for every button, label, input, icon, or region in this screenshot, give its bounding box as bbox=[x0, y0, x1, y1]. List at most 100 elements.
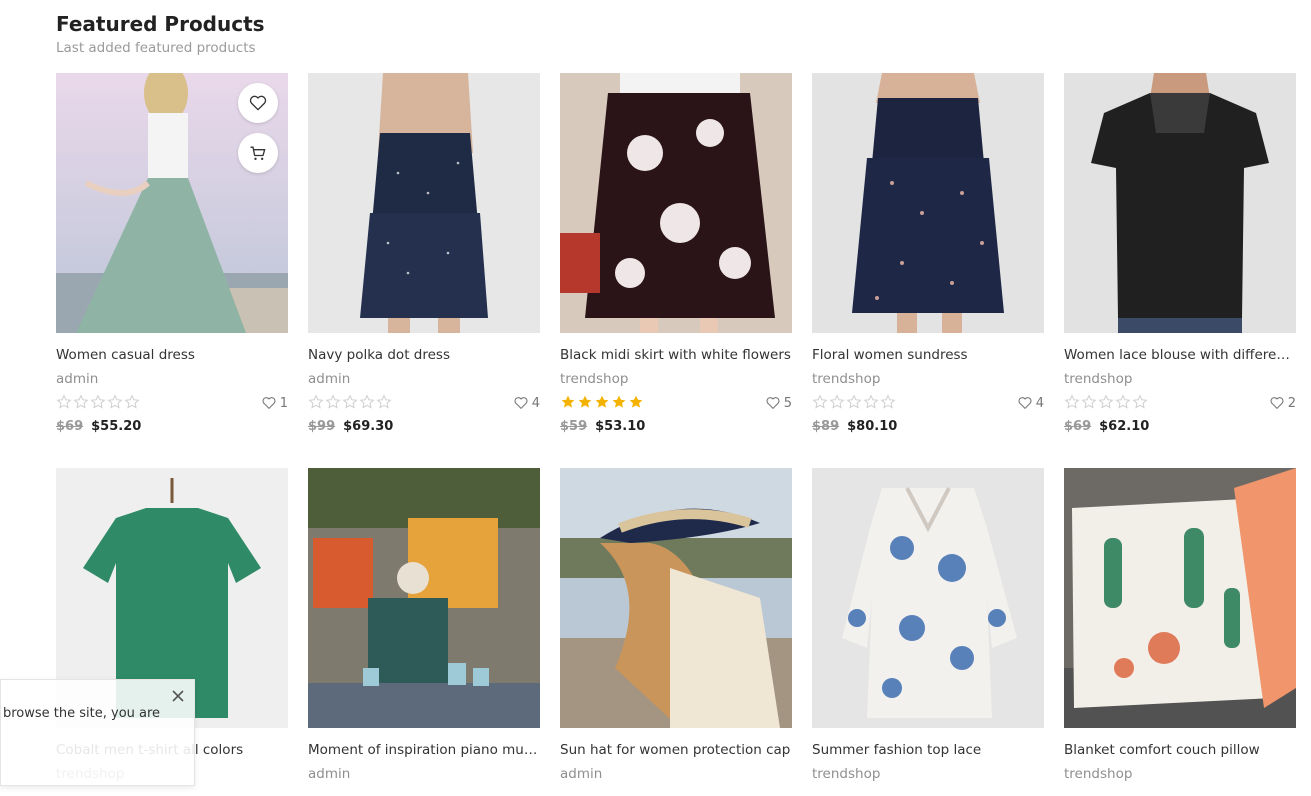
product-card[interactable]: Women lace blouse with different pattern… bbox=[1064, 73, 1296, 434]
heart-icon bbox=[766, 397, 780, 409]
product-vendor[interactable]: trendshop bbox=[1064, 370, 1132, 388]
product-card[interactable]: Blanket comfort couch pillow trendshop bbox=[1064, 468, 1296, 782]
wishlist-count[interactable]: 5 bbox=[765, 394, 792, 412]
wishlist-count[interactable]: 2 bbox=[1269, 394, 1296, 412]
wishlist-count-value: 1 bbox=[279, 395, 288, 411]
product-name[interactable]: Navy polka dot dress bbox=[308, 346, 548, 364]
product-name[interactable]: Women lace blouse with different pattern… bbox=[1064, 346, 1296, 364]
close-icon[interactable] bbox=[170, 688, 186, 704]
section-header: Featured Products Last added featured pr… bbox=[56, 10, 265, 57]
product-vendor[interactable]: admin bbox=[56, 370, 98, 388]
product-image[interactable] bbox=[1064, 468, 1296, 728]
star-icon bbox=[1081, 394, 1097, 409]
heart-icon bbox=[262, 397, 276, 409]
cart-icon bbox=[250, 146, 266, 160]
product-rating bbox=[308, 394, 392, 412]
old-price: $89 bbox=[812, 419, 840, 434]
star-icon bbox=[107, 394, 123, 409]
product-image[interactable] bbox=[308, 468, 540, 728]
product-rating bbox=[560, 394, 644, 412]
section-subtitle: Last added featured products bbox=[56, 40, 256, 56]
wishlist-count-value: 4 bbox=[1035, 395, 1044, 411]
product-image[interactable] bbox=[308, 73, 540, 333]
old-price: $59 bbox=[560, 419, 588, 434]
star-icon bbox=[73, 394, 89, 409]
product-rating bbox=[1064, 394, 1148, 412]
sale-price: $55.20 bbox=[91, 419, 142, 434]
sale-price: $80.10 bbox=[847, 419, 898, 434]
product-card[interactable]: Floral women sundress trendshop 4 $89 $80… bbox=[812, 73, 1044, 434]
star-icon bbox=[595, 395, 609, 408]
star-icon bbox=[359, 394, 375, 409]
product-image[interactable] bbox=[1064, 73, 1296, 333]
old-price: $99 bbox=[308, 419, 336, 434]
sale-price: $53.10 bbox=[595, 419, 646, 434]
product-name[interactable]: Sun hat for women protection cap bbox=[560, 741, 800, 759]
star-icon bbox=[561, 395, 575, 408]
heart-icon bbox=[1018, 397, 1032, 409]
wishlist-count[interactable]: 4 bbox=[513, 394, 540, 412]
product-name[interactable]: Moment of inspiration piano music bbox=[308, 741, 540, 759]
star-icon bbox=[342, 394, 358, 409]
add-to-cart-button[interactable] bbox=[238, 133, 278, 173]
product-price: $69 $62.10 bbox=[1064, 418, 1149, 436]
product-vendor[interactable]: admin bbox=[560, 765, 602, 783]
star-icon bbox=[829, 394, 845, 409]
product-price: $99 $69.30 bbox=[308, 418, 393, 436]
product-vendor[interactable]: trendshop bbox=[812, 370, 880, 388]
product-vendor[interactable]: trendshop bbox=[1064, 765, 1132, 783]
product-price: $59 $53.10 bbox=[560, 418, 645, 436]
product-price: $89 $80.10 bbox=[812, 418, 897, 436]
wishlist-count-value: 5 bbox=[783, 395, 792, 411]
product-vendor[interactable]: admin bbox=[308, 370, 350, 388]
product-card[interactable]: Summer fashion top lace trendshop bbox=[812, 468, 1044, 782]
section-title: Featured Products bbox=[56, 12, 265, 36]
product-name[interactable]: Floral women sundress bbox=[812, 346, 1052, 364]
cookie-notice: browse the site, you are bbox=[0, 679, 195, 786]
product-card[interactable]: Sun hat for women protection cap admin bbox=[560, 468, 792, 782]
heart-icon bbox=[1270, 397, 1284, 409]
product-name[interactable]: Women casual dress bbox=[56, 346, 296, 364]
star-icon bbox=[90, 394, 106, 409]
star-icon bbox=[308, 394, 324, 409]
star-icon bbox=[846, 394, 862, 409]
product-card[interactable]: Black midi skirt with white flowers tren… bbox=[560, 73, 792, 434]
sale-price: $69.30 bbox=[343, 419, 394, 434]
star-icon bbox=[863, 394, 879, 409]
product-name[interactable]: Black midi skirt with white flowers bbox=[560, 346, 800, 364]
wishlist-button[interactable] bbox=[238, 83, 278, 123]
wishlist-count-value: 4 bbox=[531, 395, 540, 411]
star-icon bbox=[124, 394, 140, 409]
product-price: $69 $55.20 bbox=[56, 418, 141, 436]
wishlist-count[interactable]: 1 bbox=[261, 394, 288, 412]
product-image[interactable] bbox=[812, 73, 1044, 333]
old-price: $69 bbox=[1064, 419, 1092, 434]
product-image[interactable] bbox=[812, 468, 1044, 728]
product-image[interactable] bbox=[560, 468, 792, 728]
sale-price: $62.10 bbox=[1099, 419, 1150, 434]
star-icon bbox=[376, 394, 392, 409]
product-vendor[interactable]: trendshop bbox=[560, 370, 628, 388]
product-card[interactable]: Moment of inspiration piano music admin bbox=[308, 468, 540, 782]
product-image[interactable] bbox=[560, 73, 792, 333]
star-icon bbox=[578, 395, 592, 408]
star-icon bbox=[812, 394, 828, 409]
product-vendor[interactable]: trendshop bbox=[812, 765, 880, 783]
wishlist-count[interactable]: 4 bbox=[1017, 394, 1044, 412]
product-name[interactable]: Summer fashion top lace bbox=[812, 741, 1052, 759]
star-icon bbox=[1115, 394, 1131, 409]
star-icon bbox=[56, 394, 72, 409]
product-card[interactable]: Navy polka dot dress admin 4 $99 $69.30 bbox=[308, 73, 540, 434]
wishlist-count-value: 2 bbox=[1287, 395, 1296, 411]
cookie-notice-text: browse the site, you are bbox=[3, 706, 161, 721]
product-rating bbox=[812, 394, 896, 412]
star-icon bbox=[880, 394, 896, 409]
old-price: $69 bbox=[56, 419, 84, 434]
star-icon bbox=[1064, 394, 1080, 409]
product-vendor[interactable]: admin bbox=[308, 765, 350, 783]
product-name[interactable]: Blanket comfort couch pillow bbox=[1064, 741, 1304, 759]
product-card[interactable]: Women casual dress admin 1 $69 $55.20 bbox=[56, 73, 288, 434]
product-rating bbox=[56, 394, 140, 412]
star-icon bbox=[325, 394, 341, 409]
product-image[interactable] bbox=[56, 73, 288, 333]
